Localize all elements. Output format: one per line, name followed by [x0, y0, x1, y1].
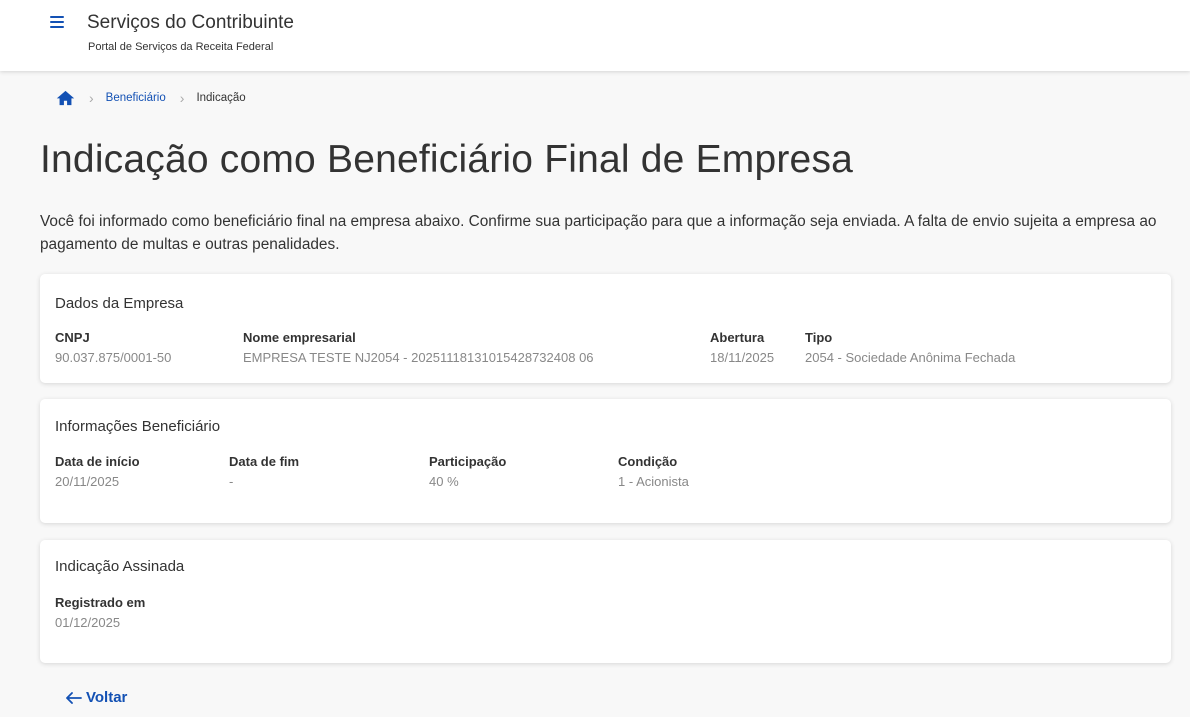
- cnpj-label: CNPJ: [55, 330, 90, 345]
- opening-date-value: 18/11/2025: [710, 350, 775, 365]
- cnpj-value: 90.037.875/0001-50: [55, 350, 172, 365]
- registered-value: 01/12/2025: [55, 615, 121, 630]
- back-button[interactable]: Voltar: [66, 689, 127, 706]
- registered-field: Registrado em 01/12/2025: [55, 595, 145, 630]
- cnpj-field: CNPJ 90.037.875/0001-50: [55, 330, 171, 365]
- chevron-right-icon: ›: [179, 90, 185, 106]
- condition-field: Condição 1 - Acionista: [618, 454, 689, 489]
- condition-value: 1 - Acionista: [618, 474, 689, 489]
- company-name-field: Nome empresarial EMPRESA TESTE NJ2054 - …: [243, 330, 594, 365]
- company-card-title: Dados da Empresa: [55, 295, 184, 312]
- participation-label: Participação: [429, 454, 507, 469]
- participation-field: Participação 40 %: [429, 454, 506, 489]
- registered-label: Registrado em: [55, 595, 146, 610]
- chevron-right-icon: ›: [89, 90, 94, 106]
- company-type-field: Tipo 2054 - Sociedade Anônima Fechada: [805, 330, 1015, 365]
- company-name-value: EMPRESA TESTE NJ2054 - 20251118131015428…: [243, 350, 594, 365]
- end-date-field: Data de fim -: [229, 454, 299, 489]
- arrow-left-icon: [66, 691, 82, 704]
- condition-label: Condição: [618, 454, 678, 469]
- signed-card: Indicação Assinada Registrado em 01/12/2…: [40, 540, 1171, 663]
- opening-date-field: Abertura 18/11/2025: [710, 330, 774, 365]
- signed-card-title: Indicação Assinada: [55, 558, 185, 575]
- start-date-value: 20/11/2025: [55, 474, 120, 489]
- end-date-label: Data de fim: [229, 454, 300, 469]
- company-name-label: Nome empresarial: [243, 330, 356, 345]
- beneficiary-card: Informações Beneficiário Data de início …: [40, 399, 1171, 523]
- start-date-label: Data de início: [55, 454, 140, 469]
- breadcrumb-current: Indicação: [196, 92, 246, 104]
- back-label: Voltar: [86, 689, 128, 706]
- intro-text: Você foi informado como beneficiário fin…: [40, 213, 1157, 253]
- breadcrumb-link-beneficiario[interactable]: Beneficiário: [106, 92, 166, 104]
- end-date-value: -: [229, 474, 234, 489]
- company-type-value: 2054 - Sociedade Anônima Fechada: [805, 350, 1016, 365]
- breadcrumb: › Beneficiário › Indicação: [56, 89, 246, 107]
- opening-date-label: Abertura: [710, 330, 765, 345]
- company-card: Dados da Empresa CNPJ 90.037.875/0001-50…: [40, 274, 1171, 383]
- app-title: Serviços do Contribuinte: [87, 12, 294, 33]
- start-date-field: Data de início 20/11/2025: [55, 454, 140, 489]
- participation-value: 40 %: [429, 474, 459, 489]
- app-subtitle: Portal de Serviços da Receita Federal: [88, 41, 274, 53]
- home-icon[interactable]: [56, 90, 75, 106]
- page-title: Indicação como Beneficiário Final de Emp…: [40, 138, 854, 181]
- menu-icon[interactable]: [50, 16, 64, 28]
- app-header: Serviços do Contribuinte Portal de Servi…: [0, 0, 1190, 71]
- beneficiary-card-title: Informações Beneficiário: [55, 418, 221, 435]
- company-type-label: Tipo: [805, 330, 833, 345]
